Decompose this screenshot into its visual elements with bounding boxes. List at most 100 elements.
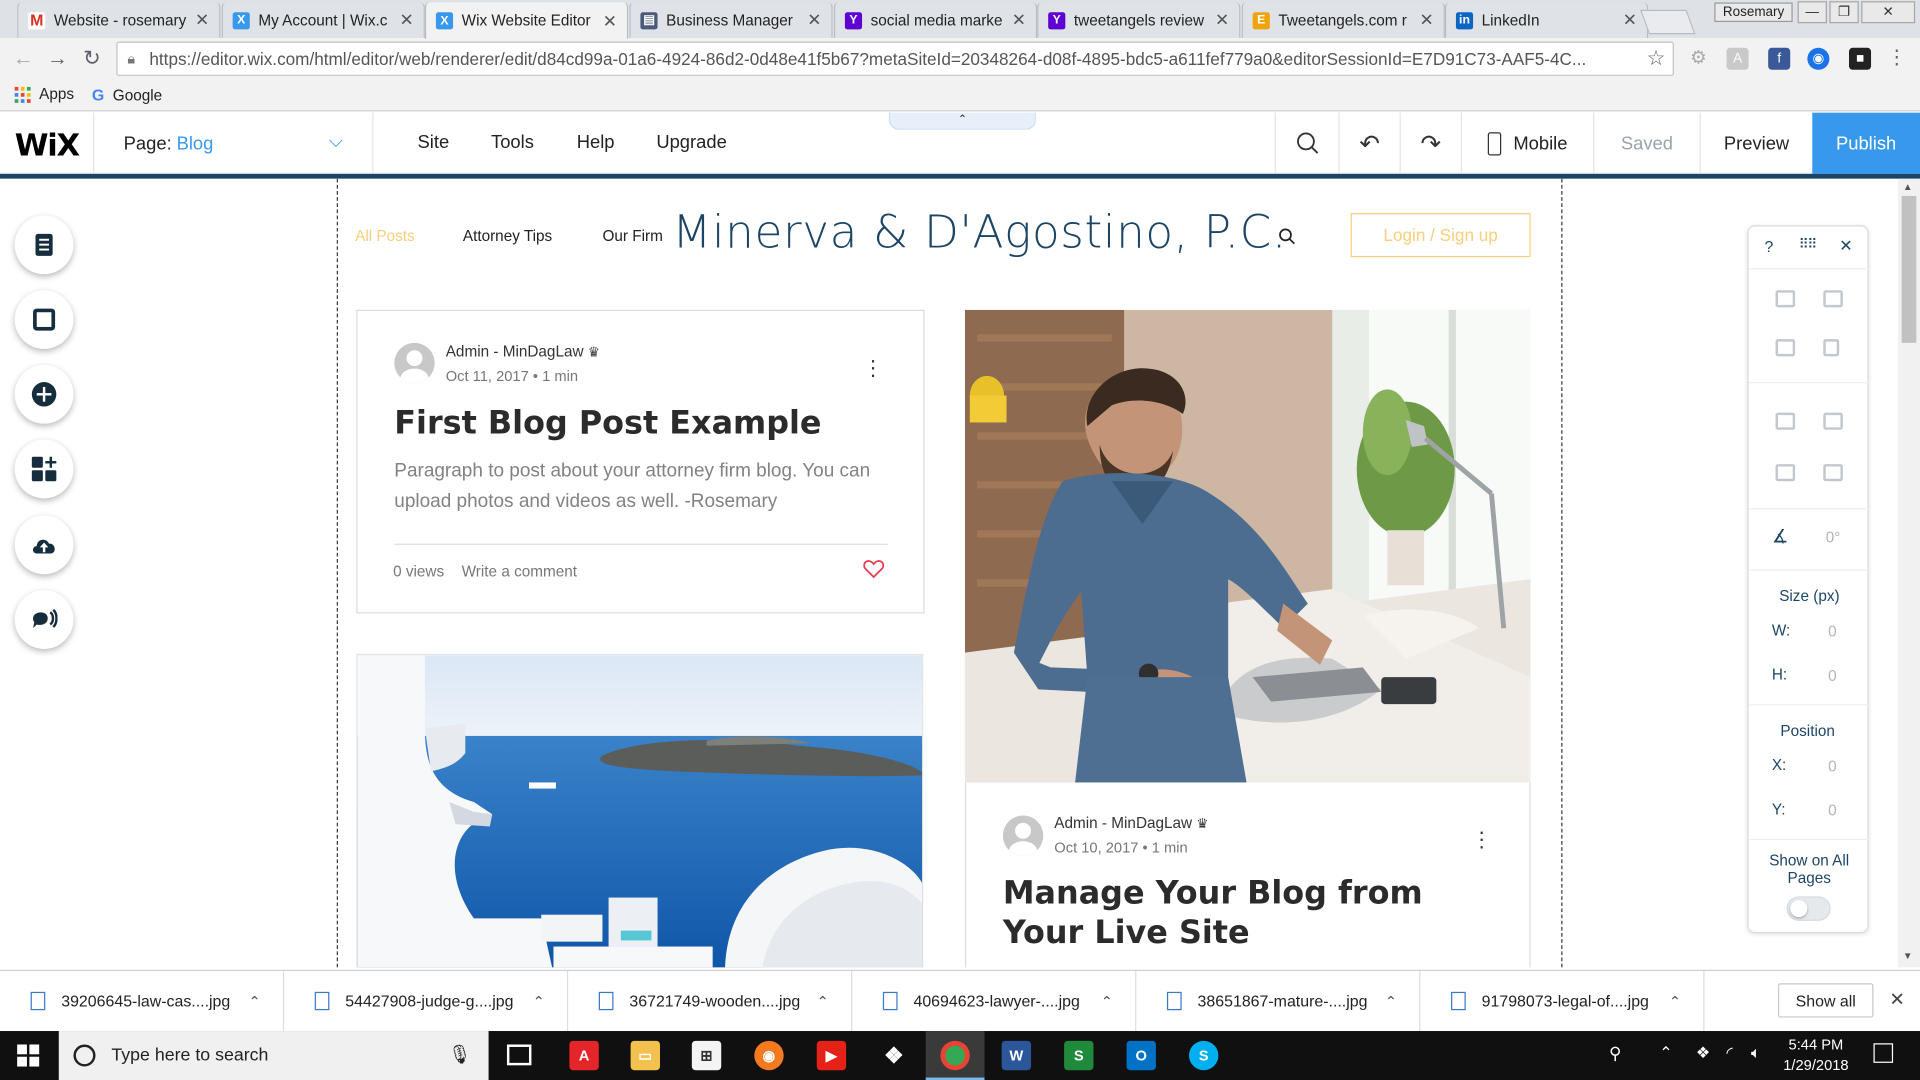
undo-icon[interactable]: ↶ <box>1338 112 1399 174</box>
chrome-icon[interactable] <box>940 1040 970 1071</box>
close-downloads-icon[interactable]: ✕ <box>1889 988 1904 1010</box>
collapse-toolbar-handle[interactable]: ⌃ <box>888 112 1036 130</box>
taskbar-clock[interactable]: 5:44 PM 1/29/2018 <box>1763 1035 1868 1077</box>
tab-gmail[interactable]: M Website - rosemary ✕ <box>17 2 221 38</box>
scroll-down-icon[interactable]: ▼ <box>1903 950 1913 961</box>
forward-icon[interactable]: → <box>44 45 71 72</box>
tab-tweetangels[interactable]: E Tweetangels.com r ✕ <box>1241 2 1445 38</box>
tab-tweetangels-review[interactable]: Y tweetangels review ✕ <box>1037 2 1241 38</box>
nav-attorney-tips[interactable]: Attorney Tips <box>463 228 552 245</box>
menu-tools[interactable]: Tools <box>491 132 534 153</box>
dropbox-icon[interactable]: ❖ <box>879 1041 908 1070</box>
download-item[interactable]: 36721749-wooden....jpg ⌃ <box>568 971 853 1032</box>
y-input[interactable]: 0 <box>1828 802 1837 819</box>
post-title[interactable]: First Blog Post Example <box>394 404 896 443</box>
dropbox-tray-icon[interactable]: ❖ <box>1696 1043 1710 1063</box>
people-icon[interactable]: ⚲ <box>1609 1043 1622 1064</box>
reload-icon[interactable]: ↻ <box>78 45 105 72</box>
bookmark-star-icon[interactable]: ☆ <box>1647 47 1666 71</box>
close-tab-icon[interactable]: ✕ <box>195 10 209 31</box>
tab-wix-editor[interactable]: X Wix Website Editor ✕ <box>424 2 629 40</box>
tray-chevron-up-icon[interactable]: ⌃ <box>1659 1043 1672 1063</box>
post-author[interactable]: Admin - MinDagLaw ♛ <box>446 343 600 360</box>
blog-post-card[interactable]: Admin - MinDagLaw ♛ Oct 10, 2017 • 1 min… <box>964 782 1531 968</box>
menus-pages-button[interactable] <box>14 215 74 275</box>
help-icon[interactable]: ? <box>1765 238 1774 256</box>
new-tab-button[interactable] <box>1640 9 1696 35</box>
microsoft-store-icon[interactable]: ⊞ <box>691 1040 722 1071</box>
extension-gear-icon[interactable]: ⚙ <box>1687 48 1709 70</box>
address-bar[interactable]: 🔒︎ https://editor.wix.com/html/editor/we… <box>116 41 1674 76</box>
redo-icon[interactable]: ↷ <box>1399 112 1461 174</box>
chevron-up-icon[interactable]: ⌃ <box>1669 992 1681 1009</box>
download-item[interactable]: 38651867-mature-....jpg ⌃ <box>1136 971 1421 1032</box>
menu-site[interactable]: Site <box>418 132 450 153</box>
scroll-thumb[interactable] <box>1901 195 1917 343</box>
tab-my-account[interactable]: X My Account | Wix.c ✕ <box>221 2 425 38</box>
close-tab-icon[interactable]: ✕ <box>807 10 821 31</box>
download-item[interactable]: 91798073-legal-of....jpg ⌃ <box>1420 971 1705 1032</box>
chevron-up-icon[interactable]: ⌃ <box>817 992 829 1009</box>
post-title[interactable]: Manage Your Blog from Your Live Site <box>1003 874 1493 952</box>
facebook-extension-icon[interactable]: f <box>1768 47 1791 70</box>
like-heart-icon[interactable] <box>863 560 885 578</box>
task-view-icon[interactable] <box>506 1044 532 1066</box>
scroll-up-icon[interactable]: ▲ <box>1903 181 1913 192</box>
download-item[interactable]: 39206645-law-cas....jpg ⌃ <box>0 971 285 1032</box>
add-button[interactable] <box>14 364 74 424</box>
windows-start-icon[interactable] <box>17 1044 40 1067</box>
preview-button[interactable]: Preview <box>1699 112 1813 174</box>
drag-handle-icon[interactable]: ⠿⠿ <box>1799 236 1818 253</box>
extension-search-icon[interactable]: ◉ <box>1807 47 1830 70</box>
height-input[interactable]: 0 <box>1828 667 1837 684</box>
width-input[interactable]: 0 <box>1828 623 1837 640</box>
blog-post-card[interactable]: Admin - MinDagLaw ♛ Oct 11, 2017 • 1 min… <box>356 309 925 614</box>
extension-pdf-icon[interactable]: A <box>1726 47 1749 70</box>
chevron-up-icon[interactable]: ⌃ <box>1101 992 1113 1009</box>
file-explorer-icon[interactable]: ▭ <box>630 1040 661 1071</box>
page-selector[interactable]: Page: Blog ⌵ <box>93 112 374 174</box>
back-icon[interactable]: ← <box>10 45 37 72</box>
action-center-icon[interactable] <box>1873 1043 1894 1063</box>
close-tab-icon[interactable]: ✕ <box>603 10 617 31</box>
send-backward-icon[interactable] <box>1823 412 1843 430</box>
close-icon[interactable]: ✕ <box>1839 236 1852 256</box>
delete-trash-icon[interactable] <box>1823 339 1840 357</box>
microphone-icon[interactable]: 🎙︎ <box>448 1043 471 1065</box>
bookmark-apps[interactable]: Apps <box>14 86 74 103</box>
close-tab-icon[interactable]: ✕ <box>1420 10 1434 31</box>
close-tab-icon[interactable]: ✕ <box>1623 10 1637 31</box>
chevron-up-icon[interactable]: ⌃ <box>1385 992 1397 1009</box>
show-on-all-pages-toggle[interactable] <box>1786 896 1831 921</box>
site-search-icon[interactable] <box>1278 228 1295 245</box>
bookmark-google[interactable]: G Google <box>92 86 162 104</box>
mobile-button[interactable]: Mobile <box>1460 112 1593 174</box>
chevron-up-icon[interactable]: ⌃ <box>248 992 260 1009</box>
profile-button[interactable]: Rosemary <box>1714 2 1793 23</box>
close-tab-icon[interactable]: ✕ <box>1215 10 1229 31</box>
volume-icon[interactable]: 🔈︎ <box>1751 1043 1761 1063</box>
tab-business-manager[interactable]: ▤ Business Manager ✕ <box>629 2 833 38</box>
santorini-post-image[interactable] <box>356 653 924 968</box>
copy-icon[interactable] <box>1775 290 1796 308</box>
maximize-icon[interactable]: ❐ <box>1829 1 1859 24</box>
download-item[interactable]: 40694623-lawyer-....jpg ⌃ <box>852 971 1137 1032</box>
align-icon[interactable] <box>1775 464 1796 482</box>
skype-icon[interactable]: S <box>1188 1040 1219 1071</box>
publish-button[interactable]: Publish <box>1812 112 1920 174</box>
download-item[interactable]: 54427908-judge-g....jpg ⌃ <box>284 971 569 1032</box>
rotate-angle-icon[interactable]: ∡ <box>1772 525 1788 548</box>
upload-media-button[interactable] <box>14 515 74 575</box>
canvas-scrollbar[interactable]: ▲ ▼ <box>1897 178 1920 968</box>
nav-all-posts[interactable]: All Posts <box>355 228 415 245</box>
sway-icon[interactable]: S <box>1064 1040 1094 1071</box>
more-options-icon[interactable]: · · · <box>869 349 876 386</box>
login-signup-button[interactable]: Login / Sign up <box>1350 213 1531 258</box>
distribute-icon[interactable] <box>1823 464 1843 482</box>
outlook-icon[interactable]: O <box>1126 1040 1156 1071</box>
close-tab-icon[interactable]: ✕ <box>1012 10 1026 31</box>
zoom-search-icon[interactable] <box>1274 112 1339 174</box>
write-comment-link[interactable]: Write a comment <box>462 563 577 580</box>
paste-icon[interactable] <box>1823 290 1843 308</box>
menu-help[interactable]: Help <box>577 132 615 153</box>
